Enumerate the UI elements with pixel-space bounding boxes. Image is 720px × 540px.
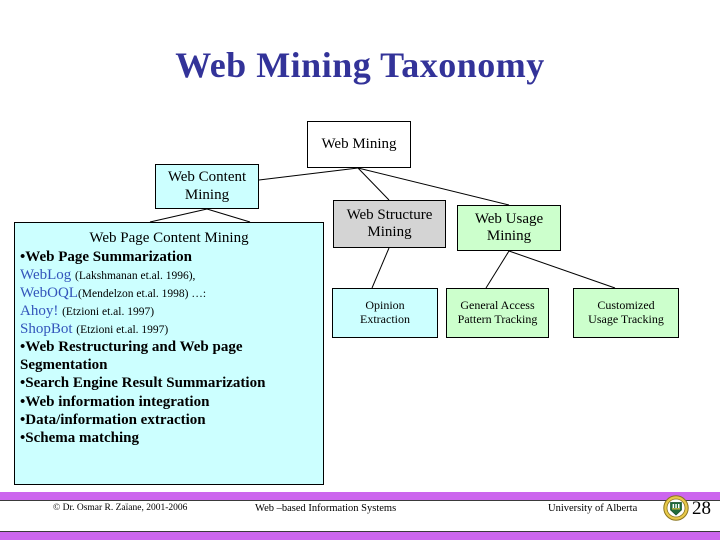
node-web-structure-line2: Mining bbox=[367, 224, 412, 240]
node-web-usage-mining-label: Web Usage Mining bbox=[475, 211, 543, 246]
reference-name-weblog: WebLog bbox=[20, 266, 72, 283]
footer-course-title: Web –based Information Systems bbox=[255, 503, 397, 514]
panel-bullet-search-engine: •Search Engine Result Summarization bbox=[20, 374, 318, 392]
node-web-content-line2: Mining bbox=[184, 186, 230, 203]
university-crest-icon bbox=[663, 495, 689, 521]
node-opinion-extraction-label: Opinion Extraction bbox=[360, 298, 410, 327]
footer-university-name: University of Alberta bbox=[548, 503, 638, 514]
page-title: Web Mining Taxonomy bbox=[175, 45, 545, 85]
panel-bullet-search-engine-text: Search Engine Result Summarization bbox=[25, 375, 266, 392]
reference-cite-weblog: (Lakshmanan et.al. 1996), bbox=[75, 269, 196, 282]
node-opinion-line1: Opinion bbox=[365, 298, 405, 313]
panel-bullet-integration-text: Web information integration bbox=[25, 393, 210, 410]
node-general-line2: Pattern Tracking bbox=[457, 312, 538, 326]
node-opinion-extraction[interactable]: Opinion Extraction bbox=[332, 288, 438, 338]
reference-name-weboql: WebOQL bbox=[20, 284, 78, 301]
node-web-structure-line1: Web Structure bbox=[346, 206, 433, 223]
panel-bullet-summarization: •Web Page Summarization bbox=[20, 248, 318, 266]
panel-reference-ahoy: Ahoy! (Etzioni et.al. 1997) bbox=[20, 302, 318, 320]
reference-cite-shopbot: (Etzioni et.al. 1997) bbox=[76, 324, 169, 337]
node-general-line1: General Access bbox=[460, 298, 535, 313]
node-customized-line1: Customized bbox=[597, 298, 655, 313]
web-page-content-mining-panel[interactable]: Web Page Content Mining •Web Page Summar… bbox=[14, 222, 324, 485]
footer-bar-bottom bbox=[0, 532, 720, 540]
panel-bullet-restructuring-text: Web Restructuring and Web page Segmentat… bbox=[20, 339, 243, 374]
node-general-access-pattern-tracking[interactable]: General Access Pattern Tracking bbox=[446, 288, 549, 338]
panel-bullet-summarization-text: Web Page Summarization bbox=[25, 248, 192, 265]
panel-reference-weblog: WebLog (Lakshmanan et.al. 1996), bbox=[20, 266, 318, 284]
panel-bullet-restructuring: •Web Restructuring and Web page Segmenta… bbox=[20, 338, 318, 374]
slide-footer: © Dr. Osmar R. Zaïane, 2001-2006 Web –ba… bbox=[0, 492, 720, 540]
reference-name-ahoy: Ahoy! bbox=[20, 302, 59, 319]
panel-bullet-extraction: •Data/information extraction bbox=[20, 411, 318, 429]
node-web-content-mining-label: Web Content Mining bbox=[168, 169, 246, 204]
footer-bar-top bbox=[0, 492, 720, 500]
node-web-structure-mining[interactable]: Web Structure Mining bbox=[333, 200, 446, 248]
node-customized-usage-label: Customized Usage Tracking bbox=[588, 298, 664, 327]
node-web-structure-mining-label: Web Structure Mining bbox=[347, 207, 433, 242]
panel-bullet-schema-text: Schema matching bbox=[25, 429, 140, 446]
node-web-usage-line1: Web Usage bbox=[474, 210, 544, 227]
node-opinion-line2: Extraction bbox=[360, 312, 410, 326]
panel-reference-weboql: WebOQL(Mendelzon et.al. 1998) …: bbox=[20, 284, 318, 302]
node-web-content-line1: Web Content bbox=[167, 169, 247, 186]
panel-bullet-extraction-text: Data/information extraction bbox=[25, 411, 206, 428]
panel-bullet-schema: •Schema matching bbox=[20, 429, 318, 447]
node-web-content-mining[interactable]: Web Content Mining bbox=[155, 164, 259, 209]
footer-copyright: © Dr. Osmar R. Zaïane, 2001-2006 bbox=[53, 503, 188, 513]
node-web-usage-mining[interactable]: Web Usage Mining bbox=[457, 205, 561, 251]
node-customized-line2: Usage Tracking bbox=[588, 312, 664, 326]
reference-cite-weboql: (Mendelzon et.al. 1998) …: bbox=[77, 287, 207, 300]
panel-reference-shopbot: ShopBot (Etzioni et.al. 1997) bbox=[20, 320, 318, 338]
node-web-usage-line2: Mining bbox=[486, 228, 532, 244]
slide-canvas: Web Mining Taxonomy Web Mining Web Conte… bbox=[0, 0, 720, 540]
node-web-mining[interactable]: Web Mining bbox=[307, 121, 411, 168]
reference-cite-ahoy: (Etzioni et.al. 1997) bbox=[62, 305, 155, 318]
panel-heading: Web Page Content Mining bbox=[89, 230, 249, 246]
reference-name-shopbot: ShopBot bbox=[20, 321, 73, 338]
node-web-mining-label: Web Mining bbox=[321, 135, 397, 152]
node-customized-usage-tracking[interactable]: Customized Usage Tracking bbox=[573, 288, 679, 338]
panel-bullet-integration: •Web information integration bbox=[20, 393, 318, 411]
footer-page-number: 28 bbox=[692, 498, 711, 519]
node-general-access-label: General Access Pattern Tracking bbox=[457, 298, 538, 327]
